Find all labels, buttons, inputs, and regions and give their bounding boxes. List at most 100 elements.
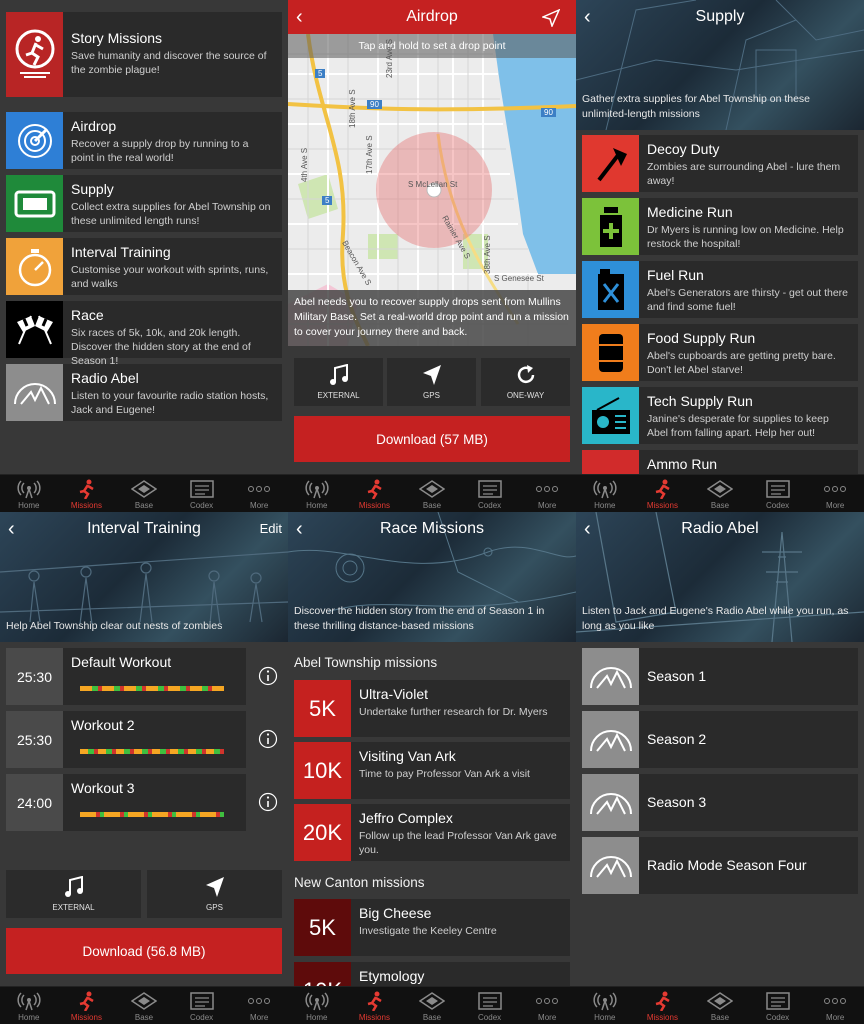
external-music-button[interactable]: EXTERNAL	[6, 870, 141, 918]
tab-home[interactable]: Home	[0, 475, 58, 512]
tab-more[interactable]: More	[518, 475, 576, 512]
back-icon[interactable]: ‹	[296, 518, 303, 541]
more-icon	[248, 486, 271, 492]
supply-desc: Dr Myers is running low on Medicine. Hel…	[647, 224, 844, 250]
tab-label: Codex	[190, 1013, 214, 1022]
location-arrow-icon[interactable]	[542, 9, 560, 27]
workout-row[interactable]: 25:30 Workout 2	[6, 711, 246, 768]
info-icon[interactable]	[258, 729, 278, 749]
supply-food[interactable]: Food Supply Run Abel's cupboards are gett…	[582, 324, 858, 381]
tab-more[interactable]: More	[230, 475, 288, 512]
mission-desc: Save humanity and discover the source of…	[71, 50, 267, 76]
tab-home[interactable]: Home	[576, 475, 634, 512]
tab-base[interactable]: Base	[403, 475, 461, 512]
tab-codex[interactable]: Codex	[749, 987, 807, 1024]
tab-label: Home	[306, 501, 328, 510]
tab-label: More	[826, 1013, 845, 1022]
tab-codex[interactable]: Codex	[749, 475, 807, 512]
season-title: Season 2	[647, 731, 707, 747]
race-row[interactable]: 5K Ultra-Violet Undertake further researc…	[294, 680, 570, 737]
radio-season-row[interactable]: Season 1	[582, 648, 858, 705]
download-button[interactable]: Download (57 MB)	[294, 416, 570, 462]
broadcast-icon	[305, 480, 329, 499]
tab-base[interactable]: Base	[691, 987, 749, 1024]
one-way-button[interactable]: ONE-WAY	[481, 358, 570, 406]
map-label: S McLellan St	[408, 180, 458, 189]
tab-base[interactable]: Base	[115, 475, 173, 512]
back-icon[interactable]: ‹	[584, 518, 591, 541]
info-icon[interactable]	[258, 666, 278, 686]
runner-icon	[656, 479, 671, 499]
tab-more[interactable]: More	[806, 475, 864, 512]
tab-base[interactable]: Base	[403, 987, 461, 1024]
tab-label: Home	[18, 501, 40, 510]
tab-base[interactable]: Base	[691, 475, 749, 512]
music-note-icon	[329, 364, 348, 385]
mission-story[interactable]: Story Missions Save humanity and discover…	[6, 12, 282, 97]
race-row[interactable]: 5K Big Cheese Investigate the Keeley Cent…	[294, 899, 570, 956]
tab-missions[interactable]: Missions	[634, 475, 692, 512]
tab-home[interactable]: Home	[0, 987, 58, 1024]
mission-interval[interactable]: Interval Training Customise your workout …	[6, 238, 282, 295]
info-icon[interactable]	[258, 792, 278, 812]
codex-icon	[765, 480, 790, 498]
tab-missions[interactable]: Missions	[346, 475, 404, 512]
radio-season-row[interactable]: Season 3	[582, 774, 858, 831]
workout-name: Default Workout	[71, 654, 172, 670]
supply-tech[interactable]: Tech Supply Run Janine's desperate for su…	[582, 387, 858, 444]
tab-missions[interactable]: Missions	[58, 475, 116, 512]
supply-fuel[interactable]: Fuel Run Abel's Generators are thirsty - …	[582, 261, 858, 318]
page-title: Airdrop	[406, 8, 458, 25]
race-caption: Discover the hidden story from the end o…	[294, 605, 545, 632]
tab-codex[interactable]: Codex	[173, 475, 231, 512]
button-label: EXTERNAL	[317, 391, 360, 400]
tab-home[interactable]: Home	[576, 987, 634, 1024]
base-icon	[706, 480, 733, 498]
workout-row[interactable]: 25:30 Default Workout	[6, 648, 246, 705]
gps-button[interactable]: GPS	[387, 358, 476, 406]
workout-row[interactable]: 24:00 Workout 3	[6, 774, 246, 831]
back-icon[interactable]: ‹	[8, 518, 15, 541]
base-icon	[130, 992, 157, 1010]
mission-title: Story Missions	[71, 30, 163, 46]
radio-season-row[interactable]: Radio Mode Season Four	[582, 837, 858, 894]
tab-codex[interactable]: Codex	[461, 987, 519, 1024]
tab-home[interactable]: Home	[288, 475, 346, 512]
tab-missions[interactable]: Missions	[58, 987, 116, 1024]
tab-codex[interactable]: Codex	[173, 987, 231, 1024]
back-icon[interactable]: ‹	[296, 6, 303, 29]
radio-set-icon	[582, 387, 639, 444]
mission-desc: Recover a supply drop by running to a po…	[71, 138, 249, 164]
tab-missions[interactable]: Missions	[346, 987, 404, 1024]
supply-decoy[interactable]: Decoy Duty Zombies are surrounding Abel -…	[582, 135, 858, 192]
tab-more[interactable]: More	[806, 987, 864, 1024]
race-row[interactable]: 10K Visiting Van Ark Time to pay Professo…	[294, 742, 570, 799]
mission-race[interactable]: Race Six races of 5k, 10k, and 20k length…	[6, 301, 282, 367]
section-title: New Canton missions	[294, 875, 425, 890]
gps-button[interactable]: GPS	[147, 870, 282, 918]
mission-supply[interactable]: Supply Collect extra supplies for Abel To…	[6, 175, 282, 232]
map-label: 38th Ave S	[483, 235, 492, 274]
tab-more[interactable]: More	[230, 987, 288, 1024]
download-button[interactable]: Download (56.8 MB)	[6, 928, 282, 974]
tab-home[interactable]: Home	[288, 987, 346, 1024]
tab-missions[interactable]: Missions	[634, 987, 692, 1024]
supply-medicine[interactable]: Medicine Run Dr Myers is running low on M…	[582, 198, 858, 255]
button-label: GPS	[423, 391, 440, 400]
page-title: Race Missions	[379, 520, 485, 537]
tab-label: Home	[594, 501, 616, 510]
tab-more[interactable]: More	[518, 987, 576, 1024]
supply-title: Food Supply Run	[647, 330, 756, 346]
external-music-button[interactable]: EXTERNAL	[294, 358, 383, 406]
mission-airdrop[interactable]: Airdrop Recover a supply drop by running …	[6, 112, 282, 169]
radio-tower-icon	[582, 774, 639, 831]
back-icon[interactable]: ‹	[584, 6, 591, 29]
tab-codex[interactable]: Codex	[461, 475, 519, 512]
edit-button[interactable]: Edit	[260, 521, 282, 536]
race-row[interactable]: 20K Jeffro Complex Follow up the lead Pro…	[294, 804, 570, 861]
mission-radio[interactable]: Radio Abel Listen to your favourite radio…	[6, 364, 282, 421]
workout-name: Workout 2	[71, 717, 135, 733]
radio-season-row[interactable]: Season 2	[582, 711, 858, 768]
tab-base[interactable]: Base	[115, 987, 173, 1024]
broadcast-icon	[593, 992, 617, 1011]
